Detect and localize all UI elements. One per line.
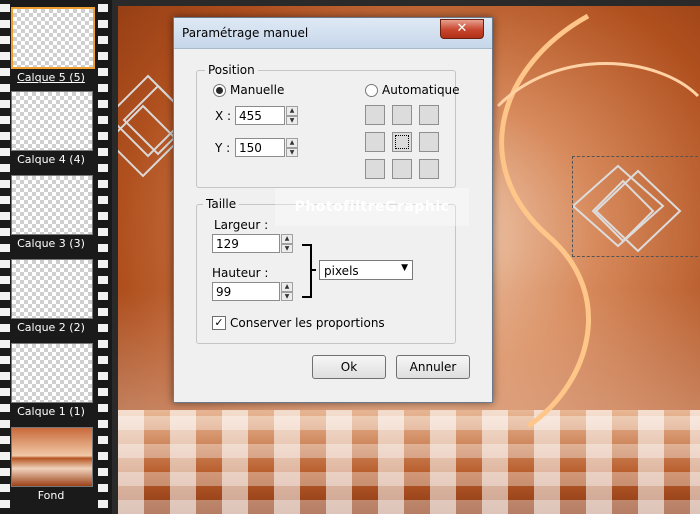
arrow-down-icon[interactable]: ▼: [286, 115, 298, 125]
keep-proportions-checkbox[interactable]: ✓ Conserver les proportions: [212, 316, 385, 330]
x-input[interactable]: 455: [235, 106, 285, 125]
arrow-up-icon[interactable]: ▲: [286, 106, 298, 116]
chevron-down-icon: ▼: [401, 263, 408, 273]
arrow-up-icon[interactable]: ▲: [281, 234, 293, 244]
x-stepper-arrows[interactable]: ▲ ▼: [286, 106, 298, 125]
watermark: PhotofiltreGraphic: [275, 188, 469, 226]
arrow-up-icon[interactable]: ▲: [286, 138, 298, 148]
y-stepper[interactable]: 150 ▲ ▼: [235, 138, 298, 157]
film-sprockets-right: [98, 0, 108, 514]
anchor-top-left[interactable]: [365, 105, 385, 125]
height-input[interactable]: 99: [212, 282, 280, 301]
selection-rectangle[interactable]: [572, 156, 700, 257]
layer-label: Calque 3 (3): [17, 237, 85, 250]
layer-label: Calque 1 (1): [17, 405, 85, 418]
layer-label: Calque 5 (5): [17, 71, 85, 84]
layer-thumbnail: [11, 91, 93, 151]
height-stepper[interactable]: 99 ▲ ▼: [212, 282, 293, 301]
unit-select[interactable]: pixels ▼: [319, 260, 413, 280]
anchor-top-center[interactable]: [392, 105, 412, 125]
anchor-top-right[interactable]: [419, 105, 439, 125]
radio-automatic[interactable]: Automatique: [365, 83, 460, 97]
x-stepper[interactable]: 455 ▲ ▼: [235, 106, 298, 125]
anchor-middle-left[interactable]: [365, 132, 385, 152]
width-stepper[interactable]: 129 ▲ ▼: [212, 234, 293, 253]
layer-label: Calque 4 (4): [17, 153, 85, 166]
cancel-button[interactable]: Annuler: [396, 355, 470, 379]
width-label: Largeur :: [214, 218, 269, 232]
layer-label: Calque 2 (2): [17, 321, 85, 334]
height-stepper-arrows[interactable]: ▲ ▼: [281, 282, 293, 301]
width-stepper-arrows[interactable]: ▲ ▼: [281, 234, 293, 253]
layers-panel: Calque 5 (5) Calque 4 (4) Calque 3 (3) C…: [0, 0, 112, 514]
anchor-bottom-center[interactable]: [392, 159, 412, 179]
anchor-bottom-left[interactable]: [365, 159, 385, 179]
position-legend: Position: [205, 63, 258, 77]
dialog-title: Paramétrage manuel: [182, 26, 309, 40]
link-brace-icon: [302, 244, 316, 298]
arrow-down-icon[interactable]: ▼: [286, 147, 298, 157]
width-input[interactable]: 129: [212, 234, 280, 253]
checkmark-icon: ✓: [212, 316, 226, 330]
layer-thumbnail: [11, 427, 93, 487]
size-legend: Taille: [203, 197, 240, 211]
layer-item-3[interactable]: Calque 3 (3): [8, 175, 94, 250]
y-stepper-arrows[interactable]: ▲ ▼: [286, 138, 298, 157]
radio-manual-label: Manuelle: [230, 83, 285, 97]
x-label: X :: [215, 109, 232, 123]
layer-item-1[interactable]: Calque 1 (1): [8, 343, 94, 418]
arrow-up-icon[interactable]: ▲: [281, 282, 293, 292]
close-button[interactable]: ✕: [440, 19, 484, 39]
radio-automatic-label: Automatique: [382, 83, 460, 97]
layer-thumbnail: [11, 343, 93, 403]
anchor-bottom-right[interactable]: [419, 159, 439, 179]
arrow-down-icon[interactable]: ▼: [281, 291, 293, 301]
ok-button[interactable]: Ok: [312, 355, 386, 379]
layer-item-fond[interactable]: Fond: [8, 427, 94, 502]
keep-proportions-label: Conserver les proportions: [230, 316, 385, 330]
layer-thumbnail: [11, 175, 93, 235]
y-label: Y :: [215, 141, 231, 155]
radio-dot: [365, 83, 378, 97]
anchor-center[interactable]: [392, 132, 412, 152]
layer-thumbnail: [11, 259, 93, 319]
layer-item-4[interactable]: Calque 4 (4): [8, 91, 94, 166]
anchor-grid[interactable]: [365, 105, 439, 179]
layer-item-2[interactable]: Calque 2 (2): [8, 259, 94, 334]
y-input[interactable]: 150: [235, 138, 285, 157]
layer-thumbnail: [11, 7, 95, 69]
layer-item-5[interactable]: Calque 5 (5): [8, 7, 95, 84]
unit-select-value: pixels: [324, 264, 359, 278]
dialog-titlebar[interactable]: Paramétrage manuel ✕: [174, 18, 492, 49]
radio-manual[interactable]: Manuelle: [213, 83, 284, 97]
height-label: Hauteur :: [212, 266, 269, 280]
anchor-middle-right[interactable]: [419, 132, 439, 152]
radio-dot: [213, 83, 226, 97]
layer-label: Fond: [37, 489, 65, 502]
arrow-down-icon[interactable]: ▼: [281, 243, 293, 253]
